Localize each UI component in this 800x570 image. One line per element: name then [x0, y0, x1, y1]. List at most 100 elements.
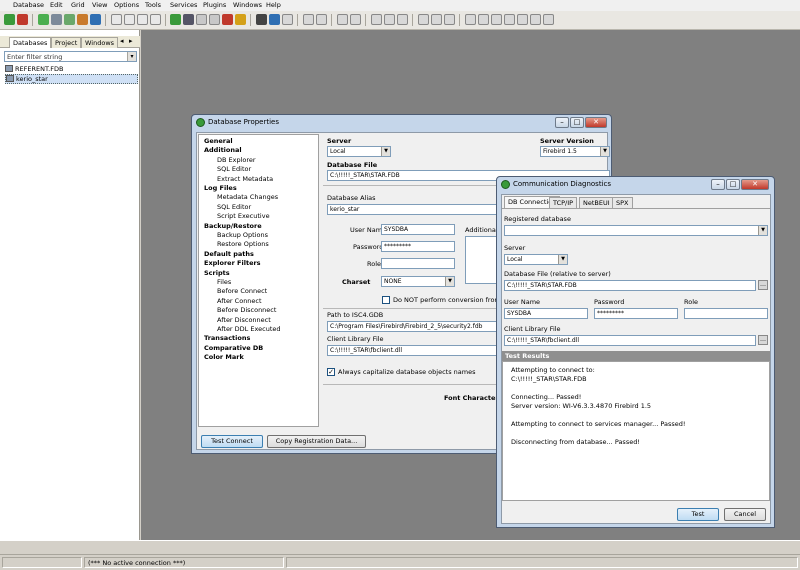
role-field[interactable] — [381, 258, 455, 269]
cancel-button[interactable]: Cancel — [724, 508, 766, 521]
unregister-db-icon[interactable] — [17, 14, 28, 25]
copy-object-icon[interactable] — [150, 14, 161, 25]
user-name-field[interactable]: SYSDBA — [381, 224, 455, 235]
menu-tools[interactable]: Tools — [145, 1, 161, 9]
password-field[interactable]: ********* — [381, 241, 455, 252]
minimize-button[interactable]: – — [711, 179, 725, 190]
tile-vertical-icon[interactable] — [491, 14, 502, 25]
no-conversion-checkbox[interactable] — [382, 296, 390, 304]
menu-edit[interactable]: Edit — [50, 1, 63, 9]
settings-tree-item[interactable]: Additional — [204, 146, 242, 154]
tab-databases[interactable]: Databases — [9, 37, 52, 48]
settings-tree-item[interactable]: Before Connect — [217, 287, 267, 295]
settings-tree-item[interactable]: Backup Options — [217, 231, 268, 239]
menu-help[interactable]: Help — [266, 1, 281, 9]
settings-tree-item[interactable]: Color Mark — [204, 353, 244, 361]
filter-input[interactable]: Enter filter string ▾ — [4, 51, 137, 62]
server-version-select[interactable]: Firebird 1.5 ▼ — [540, 146, 610, 157]
script-icon[interactable] — [282, 14, 293, 25]
settings-tree-item[interactable]: Explorer Filters — [204, 259, 261, 267]
tab-project[interactable]: Project — [51, 37, 82, 48]
close-button[interactable]: ✕ — [741, 179, 769, 190]
settings-tree-item[interactable]: Before Disconnect — [217, 306, 276, 314]
minimize-all-icon[interactable] — [504, 14, 515, 25]
drop-object-icon[interactable] — [124, 14, 135, 25]
save-dropdown-icon[interactable] — [350, 14, 361, 25]
role-field[interactable] — [684, 308, 768, 319]
sql-editor-icon[interactable] — [170, 14, 181, 25]
window-title-bar[interactable]: Communication Diagnostics – □ ✕ — [497, 177, 774, 193]
refresh-icon[interactable] — [77, 14, 88, 25]
browse-folder-icon[interactable]: … — [758, 280, 768, 290]
settings-tree-item[interactable]: Default paths — [204, 250, 254, 258]
edit-db-icon[interactable] — [64, 14, 75, 25]
password-field[interactable]: ********* — [594, 308, 678, 319]
tab-scroll-left-icon[interactable]: ◂ — [120, 37, 124, 45]
cut-icon[interactable] — [371, 14, 382, 25]
tree-item-referent[interactable]: REFERENT.FDB — [5, 65, 63, 73]
tree-item-kerio-star[interactable]: kerio_star — [5, 74, 138, 84]
close-all-icon[interactable] — [530, 14, 541, 25]
extract-icon[interactable] — [222, 14, 233, 25]
maximize-button[interactable]: □ — [570, 117, 584, 128]
maximize-button[interactable]: □ — [726, 179, 740, 190]
tab-netbeui[interactable]: NetBEUI — [579, 197, 614, 208]
menu-windows[interactable]: Windows — [233, 1, 262, 9]
server-select[interactable]: Local ▼ — [504, 254, 568, 265]
tab-windows[interactable]: Windows — [81, 37, 119, 48]
tab-scroll-right-icon[interactable]: ▸ — [129, 37, 133, 45]
menu-database[interactable]: Database — [13, 1, 44, 9]
cascade-icon[interactable] — [465, 14, 476, 25]
tab-tcp-ip[interactable]: TCP/IP — [549, 197, 578, 208]
new-object-icon[interactable] — [111, 14, 122, 25]
user-name-field[interactable]: SYSDBA — [504, 308, 588, 319]
window-dropdown-icon[interactable] — [316, 14, 327, 25]
settings-tree-item[interactable]: After Disconnect — [217, 316, 271, 324]
paste-icon[interactable] — [397, 14, 408, 25]
minimize-button[interactable]: – — [555, 117, 569, 128]
settings-tree-item[interactable]: Files — [217, 278, 231, 286]
search-icon[interactable] — [235, 14, 246, 25]
execute-icon[interactable] — [269, 14, 280, 25]
settings-tree-item[interactable]: Comparative DB — [204, 344, 263, 352]
close-button[interactable]: ✕ — [585, 117, 607, 128]
disconnect-icon[interactable] — [51, 14, 62, 25]
settings-tree-item[interactable]: Metadata Changes — [217, 193, 278, 201]
replace-icon[interactable] — [444, 14, 455, 25]
settings-tree-item[interactable]: Transactions — [204, 334, 250, 342]
properties-icon[interactable] — [90, 14, 101, 25]
copy-icon[interactable] — [384, 14, 395, 25]
find-next-icon[interactable] — [431, 14, 442, 25]
copy-registration-button[interactable]: Copy Registration Data... — [267, 435, 366, 448]
client-lib-field[interactable]: C:\!!!!!_STAR\fbclient.dll — [504, 335, 756, 346]
server-select[interactable]: Local ▼ — [327, 146, 391, 157]
stop-icon[interactable] — [256, 14, 267, 25]
query-builder-icon[interactable] — [183, 14, 194, 25]
browse-folder-icon[interactable]: … — [758, 335, 768, 345]
menu-services[interactable]: Services — [170, 1, 197, 9]
save-icon[interactable] — [337, 14, 348, 25]
menu-options[interactable]: Options — [114, 1, 139, 9]
settings-tree-item[interactable]: DB Explorer — [217, 156, 256, 164]
menu-view[interactable]: View — [92, 1, 107, 9]
edit-object-icon[interactable] — [137, 14, 148, 25]
print-preview-icon[interactable] — [209, 14, 220, 25]
test-connect-button[interactable]: Test Connect — [201, 435, 263, 448]
find-icon[interactable] — [418, 14, 429, 25]
settings-tree-item[interactable]: Restore Options — [217, 240, 269, 248]
window-title-bar[interactable]: Database Properties – □ ✕ — [192, 115, 611, 131]
connect-icon[interactable] — [38, 14, 49, 25]
settings-tree-item[interactable]: Script Executive — [217, 212, 270, 220]
settings-tree-item[interactable]: Backup/Restore — [204, 222, 262, 230]
registered-db-select[interactable]: ▼ — [504, 225, 768, 236]
settings-tree-item[interactable]: SQL Editor — [217, 203, 251, 211]
settings-tree-item[interactable]: Extract Metadata — [217, 175, 273, 183]
new-window-icon[interactable] — [303, 14, 314, 25]
arrange-icon[interactable] — [517, 14, 528, 25]
register-db-icon[interactable] — [4, 14, 15, 25]
tile-horizontal-icon[interactable] — [478, 14, 489, 25]
window-list-icon[interactable] — [543, 14, 554, 25]
menu-plugins[interactable]: Plugins — [203, 1, 226, 9]
settings-tree-item[interactable]: After Connect — [217, 297, 262, 305]
settings-tree-item[interactable]: SQL Editor — [217, 165, 251, 173]
